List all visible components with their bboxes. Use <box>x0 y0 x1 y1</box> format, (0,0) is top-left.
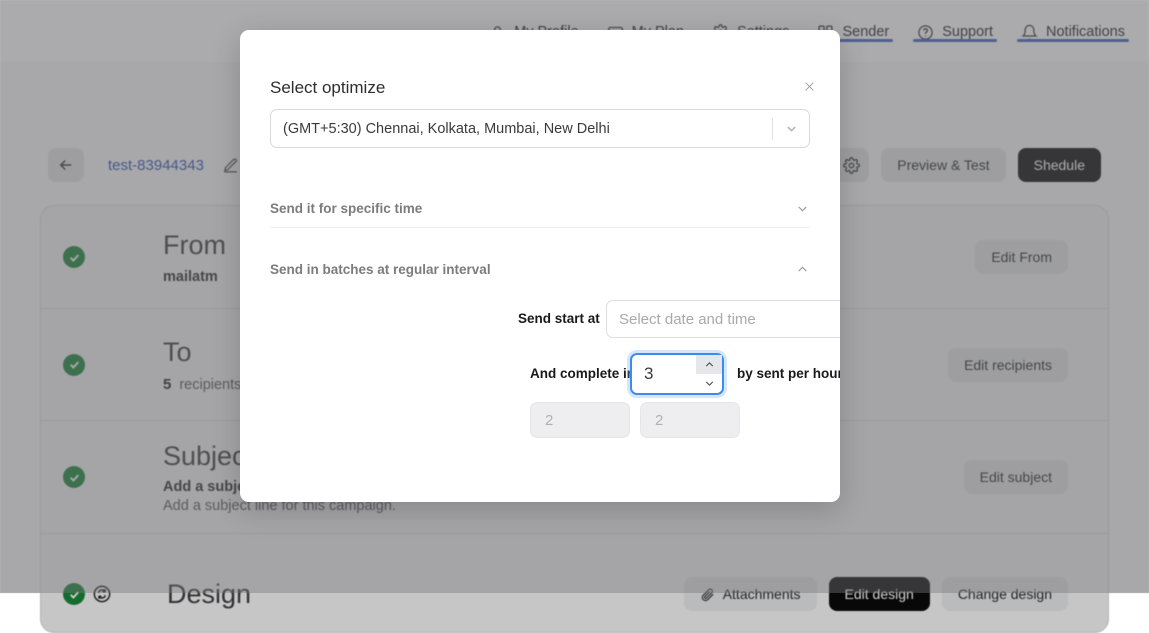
accordion-label: Send it for specific time <box>270 201 423 216</box>
spinner-decrement-button[interactable] <box>696 374 722 393</box>
by-sent-per-hour-label: by sent per hour <box>737 366 840 381</box>
and-complete-in-label: And complete in <box>530 366 636 381</box>
complete-in-number-input[interactable]: 3 <box>630 353 724 395</box>
chevron-down-icon <box>773 110 809 147</box>
extra-field-a-input[interactable]: 2 <box>530 402 630 438</box>
number-spinner <box>696 355 722 393</box>
accordion-send-specific-time[interactable]: Send it for specific time <box>270 190 810 228</box>
send-start-at-label: Send start at <box>518 311 600 326</box>
extra-field-b-input[interactable]: 2 <box>640 402 740 438</box>
accordion-label: Send in batches at regular interval <box>270 261 491 277</box>
modal-title: Select optimize <box>270 78 386 97</box>
timezone-value: (GMT+5:30) Chennai, Kolkata, Mumbai, New… <box>283 120 610 137</box>
send-start-at-placeholder: Select date and time <box>619 310 756 328</box>
complete-in-value: 3 <box>644 364 654 383</box>
send-start-at-input[interactable]: Select date and time <box>606 300 840 338</box>
select-optimize-modal: Select optimize (GMT+5:30) Chennai, Kolk… <box>240 30 840 502</box>
accordion-send-in-batches[interactable]: Send in batches at regular interval <box>270 250 810 288</box>
chevron-down-icon <box>795 201 810 216</box>
chevron-up-icon <box>795 262 810 277</box>
timezone-select[interactable]: (GMT+5:30) Chennai, Kolkata, Mumbai, New… <box>270 109 810 148</box>
close-icon[interactable] <box>798 75 820 97</box>
spinner-increment-button[interactable] <box>696 355 722 374</box>
